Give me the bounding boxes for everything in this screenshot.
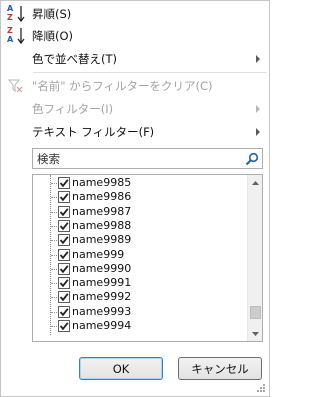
- item-checkbox[interactable]: [58, 277, 70, 290]
- sort-descending-item[interactable]: Z A 降順(O): [2, 25, 268, 47]
- color-filter-item[interactable]: 色フィルター(I): [2, 98, 268, 120]
- list-item[interactable]: name9988: [33, 219, 248, 233]
- item-checkbox[interactable]: [58, 205, 70, 218]
- item-label: name9990: [72, 261, 132, 275]
- item-checkbox[interactable]: [58, 191, 70, 204]
- item-label: name9993: [72, 304, 132, 318]
- ok-button[interactable]: OK: [79, 357, 163, 380]
- list-item[interactable]: name9987: [33, 205, 248, 219]
- scroll-up-button[interactable]: [248, 175, 262, 190]
- search-box: [32, 148, 263, 169]
- clear-filter-icon: [2, 75, 32, 97]
- clear-filter-label: "名前" からフィルターをクリア(C): [32, 79, 213, 93]
- clear-filter-item[interactable]: "名前" からフィルターをクリア(C): [2, 75, 268, 97]
- item-checkbox[interactable]: [58, 262, 70, 275]
- menu-separator: [33, 72, 267, 73]
- submenu-arrow-icon: [256, 105, 260, 113]
- sort-icon-top-letter: Z: [7, 26, 13, 35]
- list-item[interactable]: name9992: [33, 290, 248, 304]
- item-checkbox[interactable]: [58, 219, 70, 232]
- list-item[interactable]: name9986: [33, 190, 248, 204]
- sort-by-color-item[interactable]: 色で並べ替え(T): [2, 48, 268, 70]
- scroll-thumb[interactable]: [250, 306, 261, 319]
- sort-icon-bottom-letter: Z: [7, 13, 13, 22]
- item-label: name9989: [72, 233, 132, 247]
- list-item[interactable]: name9990: [33, 262, 248, 276]
- item-checkbox[interactable]: [58, 320, 70, 332]
- cancel-button[interactable]: キャンセル: [178, 357, 262, 380]
- sort-icon-bottom-letter: A: [7, 35, 14, 44]
- list-item[interactable]: name9994: [33, 319, 248, 333]
- submenu-arrow-icon: [256, 55, 260, 63]
- text-filter-item[interactable]: テキスト フィルター(F): [2, 121, 268, 143]
- color-filter-label: 色フィルター(I): [32, 102, 114, 116]
- item-label: name9987: [72, 204, 132, 218]
- item-checkbox[interactable]: [58, 305, 70, 318]
- sort-ascending-item[interactable]: A Z 昇順(S): [2, 3, 268, 25]
- item-label: name9992: [72, 290, 132, 304]
- scroll-down-button[interactable]: [248, 326, 262, 341]
- item-label: name9994: [72, 319, 132, 332]
- search-input[interactable]: [33, 149, 242, 168]
- sort-descending-icon: Z A: [2, 25, 32, 47]
- filter-values-list: name9985 name9986 name9987 name9988 name9989…: [32, 174, 263, 342]
- item-label: name999: [72, 247, 125, 261]
- list-item[interactable]: name9993: [33, 305, 248, 319]
- list-scrollbar[interactable]: [247, 175, 262, 341]
- item-checkbox[interactable]: [58, 291, 70, 304]
- item-checkbox[interactable]: [58, 248, 70, 261]
- list-item[interactable]: name999: [33, 248, 248, 262]
- search-icon[interactable]: [242, 149, 262, 168]
- list-item[interactable]: name9991: [33, 276, 248, 290]
- item-label: name9985: [72, 176, 132, 189]
- item-checkbox[interactable]: [58, 234, 70, 247]
- sort-ascending-label: 昇順(S): [32, 7, 72, 21]
- sort-ascending-icon: A Z: [2, 3, 32, 25]
- sort-icon-top-letter: A: [7, 4, 14, 13]
- sort-descending-label: 降順(O): [32, 29, 74, 43]
- resize-grip-icon[interactable]: [256, 383, 266, 393]
- list-item[interactable]: name9989: [33, 233, 248, 247]
- item-label: name9988: [72, 218, 132, 232]
- text-filter-label: テキスト フィルター(F): [32, 125, 155, 139]
- item-label: name9986: [72, 190, 132, 204]
- sort-by-color-label: 色で並べ替え(T): [32, 52, 117, 66]
- autofilter-dropdown-menu: A Z 昇順(S) Z A 降順(O) 色で並べ替え(T) "名前" からフィル…: [0, 0, 270, 397]
- item-label: name9991: [72, 276, 132, 290]
- list-item[interactable]: name9985: [33, 176, 248, 190]
- item-checkbox[interactable]: [58, 177, 70, 189]
- submenu-arrow-icon: [256, 128, 260, 136]
